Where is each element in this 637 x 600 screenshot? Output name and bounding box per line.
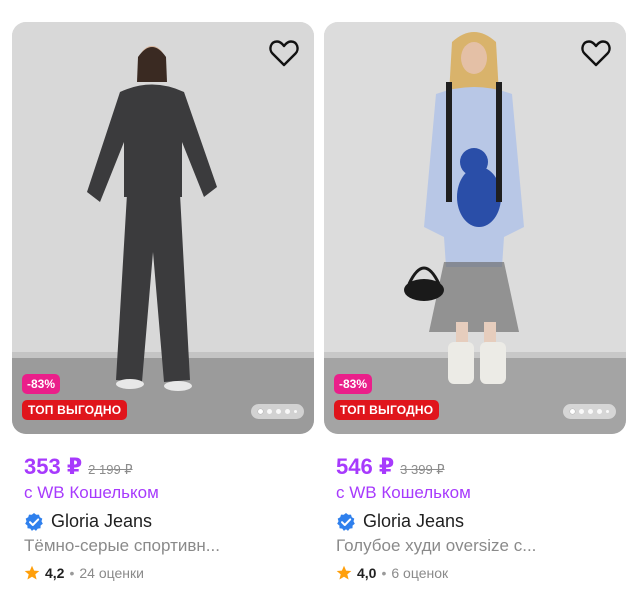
product-photo[interactable]: -83% ТОП ВЫГОДНО (12, 22, 314, 434)
star-icon (336, 565, 352, 580)
star-icon (24, 565, 40, 580)
verified-icon (337, 512, 355, 531)
brand-name[interactable]: Gloria Jeans (363, 511, 464, 532)
image-pagination[interactable] (251, 404, 304, 419)
heart-icon[interactable] (268, 38, 300, 68)
rating-row: 4,2 • 24 оценки (24, 565, 314, 581)
brand-name[interactable]: Gloria Jeans (51, 511, 152, 532)
pagination-dot (588, 409, 593, 414)
image-pagination[interactable] (563, 404, 616, 419)
pagination-dot (570, 409, 575, 414)
price: 546 ₽ (336, 454, 395, 479)
product-image (12, 22, 314, 434)
price: 353 ₽ (24, 454, 83, 479)
separator-dot: • (69, 565, 75, 581)
review-count: 6 оценок (391, 565, 449, 581)
product-image (324, 22, 626, 434)
pagination-dot (285, 409, 290, 414)
top-deal-badge: ТОП ВЫГОДНО (334, 400, 440, 420)
price-row: 546 ₽ 3 399 ₽ (336, 454, 626, 480)
pagination-dot (579, 409, 584, 414)
product-card[interactable]: -83% ТОП ВЫГОДНО 353 ₽ 2 199 ₽ с WB Коше… (12, 22, 314, 581)
wallet-label: с WB Кошельком (336, 483, 471, 502)
rating-value: 4,0 (357, 565, 377, 581)
wallet-label: с WB Кошельком (24, 483, 159, 502)
product-name[interactable]: Тёмно-серые спортивн... (24, 536, 314, 556)
separator-dot: • (381, 565, 387, 581)
old-price: 3 399 ₽ (400, 462, 445, 477)
product-photo[interactable]: -83% ТОП ВЫГОДНО (324, 22, 626, 434)
rating-row: 4,0 • 6 оценок (336, 565, 626, 581)
rating-value: 4,2 (45, 565, 65, 581)
pagination-dot (276, 409, 281, 414)
product-card[interactable]: -83% ТОП ВЫГОДНО 546 ₽ 3 399 ₽ с WB Коше… (324, 22, 626, 581)
old-price: 2 199 ₽ (88, 462, 133, 477)
heart-icon[interactable] (580, 38, 612, 68)
price-row: 353 ₽ 2 199 ₽ (24, 454, 314, 480)
product-info: 546 ₽ 3 399 ₽ с WB Кошельком Gloria Jean… (324, 454, 626, 581)
verified-icon (25, 512, 43, 531)
pagination-dot (294, 410, 297, 413)
top-deal-badge: ТОП ВЫГОДНО (22, 400, 128, 420)
discount-badge: -83% (22, 374, 61, 394)
pagination-dot (267, 409, 272, 414)
review-count: 24 оценки (79, 565, 144, 581)
product-info: 353 ₽ 2 199 ₽ с WB Кошельком Gloria Jean… (12, 454, 314, 581)
pagination-dot (597, 409, 602, 414)
brand-row[interactable]: Gloria Jeans (336, 511, 626, 532)
brand-row[interactable]: Gloria Jeans (24, 511, 314, 532)
pagination-dot (258, 409, 263, 414)
discount-badge: -83% (334, 374, 373, 394)
product-name[interactable]: Голубое худи oversize с... (336, 536, 626, 556)
pagination-dot (606, 410, 609, 413)
